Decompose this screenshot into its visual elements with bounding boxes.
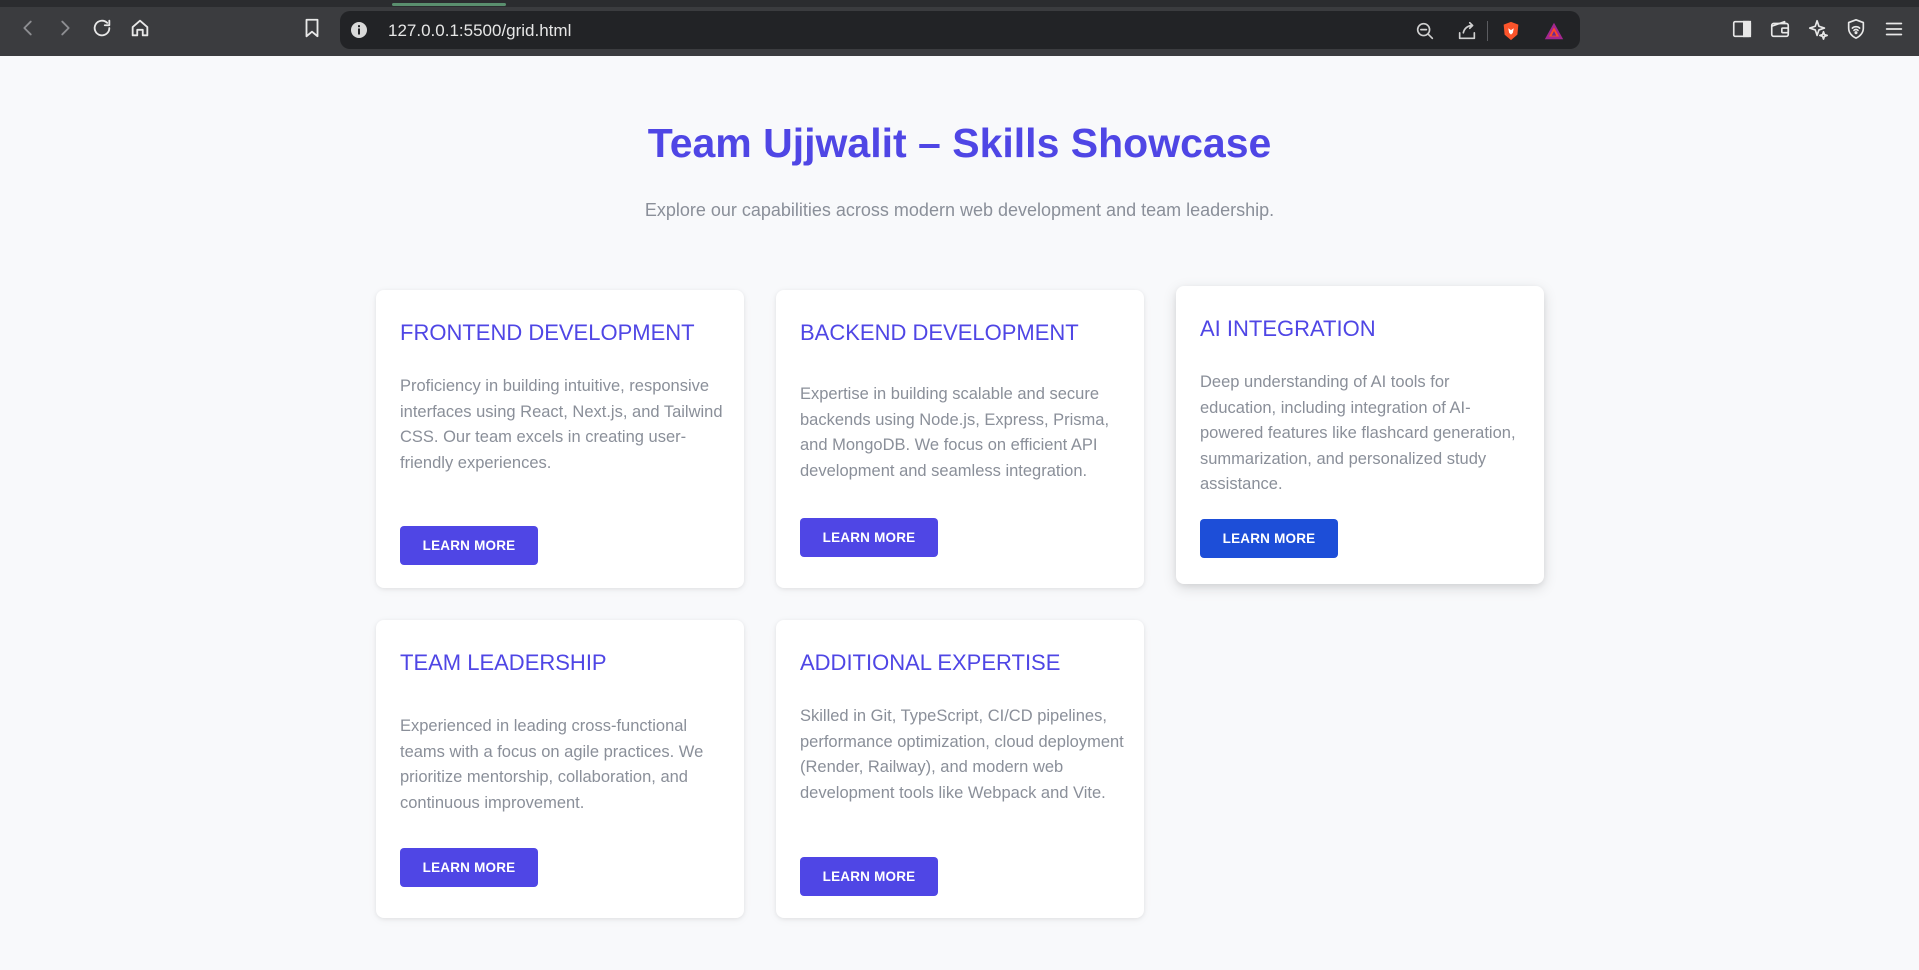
skill-card-backend: BACKEND DEVELOPMENT Expertise in buildin… <box>776 290 1144 588</box>
card-description: Skilled in Git, TypeScript, CI/CD pipeli… <box>800 707 1124 802</box>
menu-icon[interactable] <box>1882 17 1906 41</box>
brave-rewards-icon[interactable] <box>1542 19 1566 43</box>
card-title: ADDITIONAL EXPERTISE <box>800 650 1061 675</box>
card-title: TEAM LEADERSHIP <box>400 650 607 675</box>
address-bar-divider <box>1487 21 1488 41</box>
page-subtitle: Explore our capabilities across modern w… <box>644 200 1275 220</box>
skill-card-frontend: FRONTEND DEVELOPMENT Proficiency in buil… <box>376 290 744 588</box>
card-title: FRONTEND DEVELOPMENT <box>400 320 695 345</box>
card-title: AI INTEGRATION <box>1200 316 1376 341</box>
active-tab-indicator[interactable] <box>392 3 506 6</box>
wallet-icon[interactable] <box>1768 17 1792 41</box>
leo-ai-icon[interactable] <box>1806 17 1830 41</box>
home-icon[interactable] <box>127 15 153 41</box>
skill-card-team-leadership: TEAM LEADERSHIP Experienced in leading c… <box>376 620 744 918</box>
reload-icon[interactable] <box>89 15 115 41</box>
zoom-out-icon[interactable] <box>1413 19 1437 43</box>
page-title: Team Ujjwalit – Skills Showcase <box>647 120 1272 166</box>
vpn-icon[interactable] <box>1844 17 1868 41</box>
card-description: Expertise in building scalable and secur… <box>800 385 1110 480</box>
learn-more-button[interactable]: LEARN MORE <box>800 857 938 896</box>
back-icon[interactable] <box>15 15 41 41</box>
brave-shields-icon[interactable] <box>1499 19 1523 43</box>
learn-more-button[interactable]: LEARN MORE <box>400 526 538 565</box>
card-description: Deep understanding of AI tools for educa… <box>1200 373 1516 494</box>
tab-strip <box>0 0 1919 7</box>
bookmark-icon[interactable] <box>299 15 325 41</box>
learn-more-button[interactable]: LEARN MORE <box>400 848 538 887</box>
site-info-icon[interactable] <box>350 21 368 39</box>
skill-card-additional-expertise: ADDITIONAL EXPERTISE Skilled in Git, Typ… <box>776 620 1144 918</box>
card-description: Proficiency in building intuitive, respo… <box>400 377 723 472</box>
url-text[interactable]: 127.0.0.1:5500/grid.html <box>388 21 571 41</box>
browser-toolbar: 127.0.0.1:5500/grid.html <box>0 0 1919 56</box>
card-title: BACKEND DEVELOPMENT <box>800 320 1079 345</box>
skill-card-ai-integration: AI INTEGRATION Deep understanding of AI … <box>1176 286 1544 584</box>
learn-more-button[interactable]: LEARN MORE <box>800 518 938 557</box>
learn-more-button[interactable]: LEARN MORE <box>1200 519 1338 558</box>
sidebar-icon[interactable] <box>1730 17 1754 41</box>
forward-icon[interactable] <box>52 15 78 41</box>
share-icon[interactable] <box>1455 19 1479 43</box>
card-description: Experienced in leading cross-functional … <box>400 717 704 812</box>
address-bar[interactable]: 127.0.0.1:5500/grid.html <box>340 11 1580 49</box>
